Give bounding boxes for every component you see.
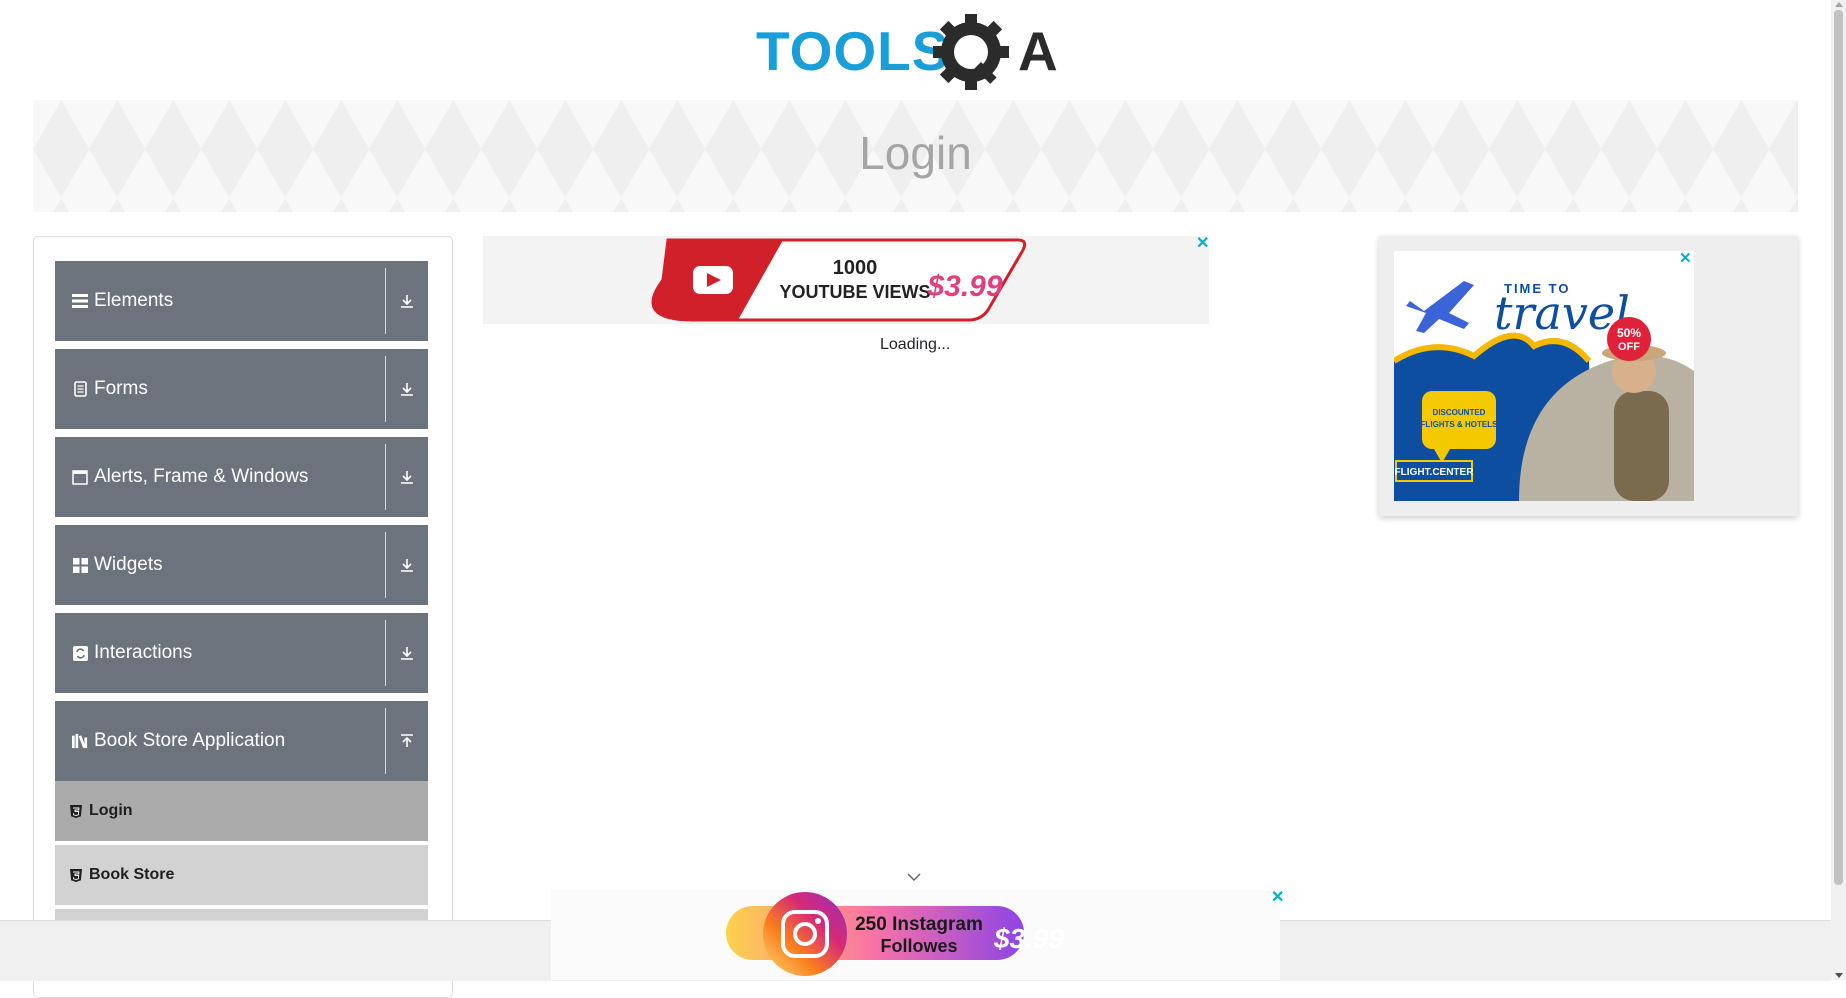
ad-bottom-price: $3.99: [993, 923, 1064, 954]
ad-bottom-line1: 250 Instagram: [855, 914, 983, 935]
sidebar-group-label: Alerts, Frame & Windows: [94, 466, 309, 487]
ad-close-icon[interactable]: ✕: [1196, 236, 1209, 252]
ad-close-icon[interactable]: ✕: [1679, 251, 1692, 266]
youtube-views-ad: 1000 YOUTUBE VIEWS $3.99: [651, 238, 1027, 322]
gear-magnifier-icon: [933, 14, 1009, 90]
ad-right-bubble-line2: FLIGHTS & HOTELS: [1421, 420, 1499, 429]
sidebar-group-label: Interactions: [94, 642, 193, 663]
ad-right-brand: FLIGHT.CENTER: [1395, 467, 1475, 478]
form-icon: [72, 381, 88, 397]
expand-arrow-icon[interactable]: [386, 613, 428, 693]
sidebar-group-label: Book Store Application: [94, 730, 286, 751]
widgets-icon: [72, 557, 88, 573]
ad-top-price: $3.99: [926, 270, 1002, 303]
menu-icon: [72, 293, 88, 309]
sidebar-group-label: Widgets: [94, 554, 163, 575]
sidebar-group-widgets[interactable]: Widgets: [55, 525, 428, 605]
ad-right-bubble-line1: DISCOUNTED: [1433, 408, 1486, 417]
html5-icon: [70, 868, 82, 882]
expand-arrow-icon[interactable]: [386, 525, 428, 605]
ad-top-line1: 1000: [833, 257, 878, 279]
sidebar-item-label: Login: [89, 802, 133, 819]
ad-top-line2: YOUTUBE VIEWS: [779, 282, 930, 302]
sidebar-item-book-store[interactable]: Book Store: [55, 845, 428, 907]
travel-ad: TIME TO travel 50% OFF DISCOUNTED FLIGHT…: [1394, 251, 1694, 501]
sidebar: Elements Forms Alerts, Frame & Windows W…: [33, 236, 453, 998]
scroll-down-arrow-icon[interactable]: [1835, 973, 1843, 978]
logo-text-a: A: [1018, 20, 1058, 82]
ad-close-icon[interactable]: ✕: [1271, 890, 1284, 906]
ad-bottom-line2: Followes: [880, 936, 957, 956]
expand-arrow-icon[interactable]: [386, 349, 428, 429]
collapse-arrow-icon[interactable]: [386, 701, 428, 781]
window-icon: [72, 469, 88, 485]
sidebar-group-alerts-frame-windows[interactable]: Alerts, Frame & Windows: [55, 437, 428, 517]
ad-right-discount: 50%: [1617, 326, 1641, 340]
chevron-down-icon[interactable]: [906, 872, 922, 882]
sidebar-group-label: Forms: [94, 378, 148, 399]
toolsqa-logo[interactable]: TOOLS A: [756, 14, 1080, 90]
ad-banner-right[interactable]: TIME TO travel 50% OFF DISCOUNTED FLIGHT…: [1379, 236, 1798, 516]
page-header-banner: Login: [33, 100, 1798, 212]
ad-banner-top[interactable]: 1000 YOUTUBE VIEWS $3.99 ✕: [483, 236, 1209, 324]
interactions-icon: [72, 645, 88, 661]
expand-arrow-icon[interactable]: [386, 261, 428, 341]
sidebar-group-forms[interactable]: Forms: [55, 349, 428, 429]
sidebar-group-book-store-application[interactable]: Book Store Application: [55, 701, 428, 781]
sidebar-group-elements[interactable]: Elements: [55, 261, 428, 341]
logo-text-tools: TOOLS: [756, 20, 949, 82]
sidebar-item-login[interactable]: Login: [55, 781, 428, 843]
page-scrollbar[interactable]: [1831, 0, 1846, 980]
ad-right-discount-suffix: OFF: [1618, 341, 1640, 353]
ad-banner-bottom[interactable]: 250 Instagram Followes $3.99 ✕: [551, 890, 1284, 980]
scrollbar-thumb[interactable]: [1834, 10, 1843, 885]
instagram-followers-ad: 250 Instagram Followes $3.99: [726, 892, 1064, 976]
loading-text: Loading...: [880, 336, 951, 353]
page-title: Login: [859, 127, 972, 179]
expand-arrow-icon[interactable]: [386, 437, 428, 517]
sidebar-item-label: Book Store: [89, 866, 175, 883]
sidebar-group-interactions[interactable]: Interactions: [55, 613, 428, 693]
books-icon: [72, 733, 88, 749]
sidebar-group-label: Elements: [94, 290, 174, 311]
html5-icon: [70, 804, 82, 818]
scroll-up-arrow-icon[interactable]: [1835, 2, 1843, 7]
